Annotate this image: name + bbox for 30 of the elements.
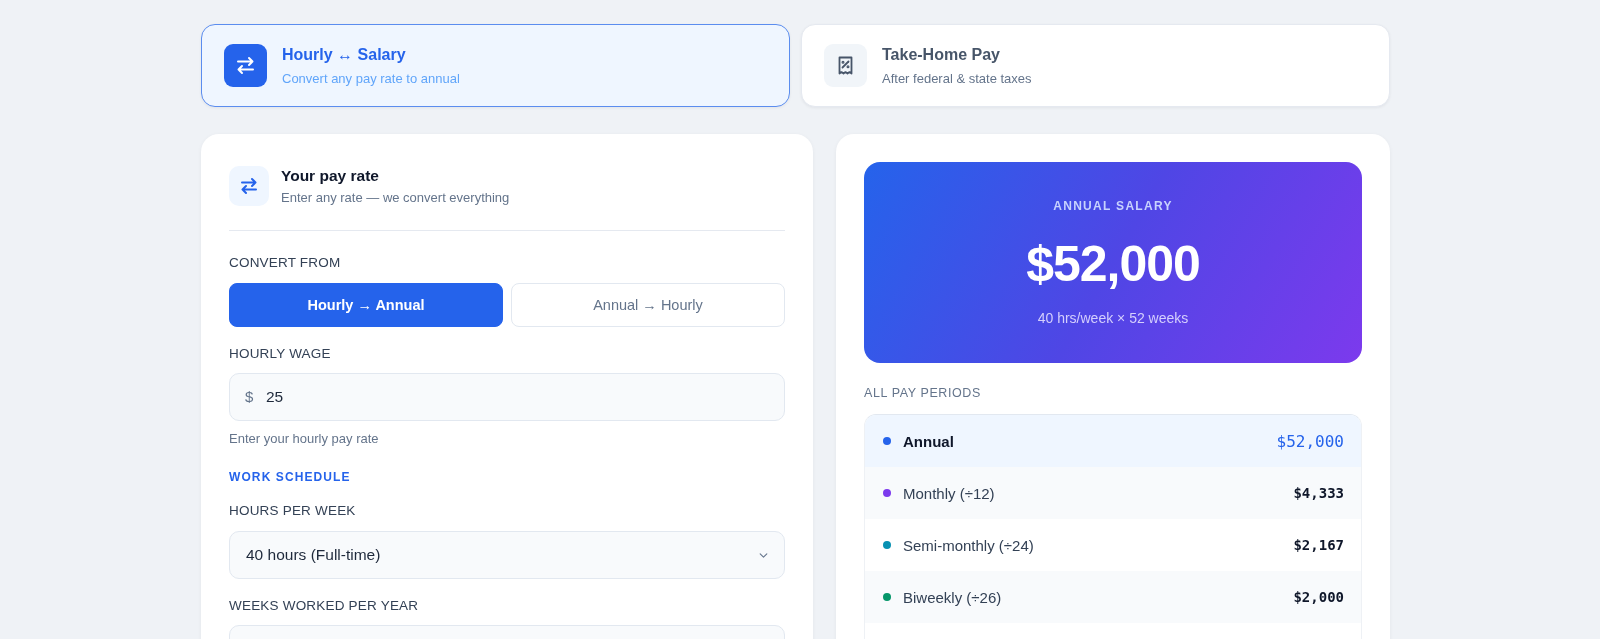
hours-select[interactable]: 40 hours (Full-time) xyxy=(229,531,785,579)
period-amount: $2,000 xyxy=(1293,589,1344,605)
currency-symbol: $ xyxy=(245,388,254,406)
period-amount: $4,333 xyxy=(1293,485,1344,501)
period-label: Biweekly (÷26) xyxy=(903,588,1002,606)
hero-detail: 40 hrs/week × 52 weeks xyxy=(1037,309,1189,327)
swap-arrows-icon xyxy=(229,166,269,206)
period-label: Semi-monthly (÷24) xyxy=(903,536,1034,554)
mode-tab[interactable]: Take-Home Pay After federal & state taxes xyxy=(801,24,1390,107)
field-label: WEEKS WORKED PER YEAR xyxy=(229,598,419,614)
section-heading: WORK SCHEDULE xyxy=(229,469,351,485)
field-hint: Enter your hourly pay rate xyxy=(229,431,379,447)
chevron-down-icon xyxy=(759,552,768,558)
period-label: Monthly (÷12) xyxy=(903,484,995,502)
receipt-percent-icon xyxy=(824,44,867,87)
card-title: Your pay rate xyxy=(281,166,379,185)
card-subtitle: Enter any rate — we convert everything xyxy=(281,190,510,206)
field-label: HOURLY WAGE xyxy=(229,346,331,362)
swap-arrows-icon xyxy=(224,44,267,87)
conversion-option-button[interactable]: Annual → Hourly xyxy=(511,283,785,327)
field-label: HOURS PER WEEK xyxy=(229,503,356,519)
annual-salary-amount: $52,000 xyxy=(1026,235,1200,293)
periods-heading: ALL PAY PERIODS xyxy=(864,385,981,401)
period-amount: $2,167 xyxy=(1293,537,1344,553)
field-label: CONVERT FROM xyxy=(229,255,341,271)
hero-label: ANNUAL SALARY xyxy=(1053,198,1173,214)
conversion-option-button[interactable]: Hourly → Annual xyxy=(229,283,503,327)
period-amount: $52,000 xyxy=(1276,431,1344,451)
mode-tab[interactable]: Hourly ↔ Salary Convert any pay rate to annual xyxy=(201,24,790,107)
period-label: Annual xyxy=(903,432,954,450)
